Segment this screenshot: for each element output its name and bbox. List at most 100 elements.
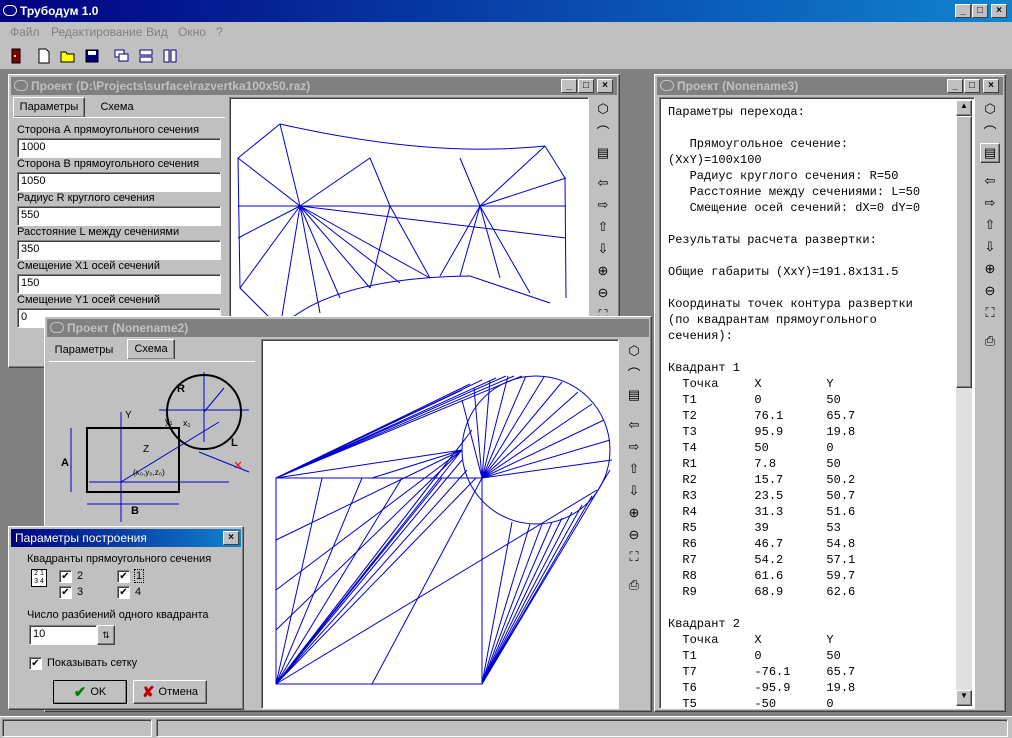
close-button[interactable]: × (991, 4, 1007, 18)
scheme-diagram: A B R L Y Z y₁ x₁ (x₀,y₀,z₀) (61, 372, 250, 522)
project-window-3-title: Проект (Nonename3) (677, 79, 799, 93)
surface-view-icon[interactable]: ⌒ (624, 363, 644, 383)
field-offset-x1[interactable]: 150 (17, 274, 221, 294)
checkbox-quadrant-4[interactable]: ✔ (117, 586, 130, 599)
zoom-fit-icon[interactable]: ⛶ (980, 303, 1000, 323)
print-icon[interactable]: ⎙ (624, 575, 644, 595)
quadrant-layout-icon: 2 13 4 (31, 569, 47, 587)
pan-left-icon[interactable]: ⇦ (624, 415, 644, 435)
project-window-2-title: Проект (Nonename2) (67, 321, 189, 335)
cascade-windows-icon[interactable] (112, 46, 132, 66)
3d-drawing-canvas (261, 339, 619, 709)
menu-window[interactable]: Окно (178, 25, 206, 39)
text-report-icon[interactable]: ▤ (624, 385, 644, 405)
3d-view-icon[interactable]: ⬡ (624, 341, 644, 361)
field-radius-r[interactable]: 550 (17, 206, 221, 226)
surface-view-icon[interactable]: ⌒ (593, 121, 613, 141)
main-toolbar (0, 42, 1012, 70)
scroll-up-button[interactable]: ▲ (956, 100, 972, 116)
field-distance-l[interactable]: 350 (17, 240, 221, 260)
exit-icon[interactable] (6, 46, 26, 66)
field-side-b[interactable]: 1050 (17, 172, 221, 192)
pan-left-icon[interactable]: ⇦ (980, 171, 1000, 191)
tab-parameters[interactable]: Параметры (13, 97, 85, 117)
scroll-thumb[interactable] (956, 116, 972, 388)
tab-scheme[interactable]: Схема (89, 98, 145, 118)
3d-view-icon[interactable]: ⬡ (593, 99, 613, 119)
checkbox-show-grid[interactable]: ✔ (29, 657, 42, 670)
zoom-out-icon[interactable]: ⊖ (624, 525, 644, 545)
minimize-button[interactable]: _ (561, 79, 577, 93)
field-label-r: Радиус R круглого сечения (17, 192, 155, 204)
zoom-in-icon[interactable]: ⊕ (980, 259, 1000, 279)
window-icon (50, 322, 64, 333)
pan-right-icon[interactable]: ⇨ (980, 193, 1000, 213)
open-folder-icon[interactable] (58, 46, 78, 66)
cancel-button[interactable]: ✘ Отмена (133, 680, 207, 704)
field-side-a[interactable]: 1000 (17, 138, 221, 158)
menu-file[interactable]: Файл (10, 25, 40, 39)
pan-down-icon[interactable]: ⇩ (593, 239, 613, 259)
label-quadrant-2: 2 (77, 570, 84, 582)
text-report-icon[interactable]: ▤ (980, 143, 1000, 163)
checkbox-quadrant-3[interactable]: ✔ (59, 586, 72, 599)
checkbox-quadrant-2[interactable]: ✔ (59, 570, 72, 583)
dialog-close-button[interactable]: × (223, 531, 239, 545)
new-file-icon[interactable] (34, 46, 54, 66)
tab-scheme[interactable]: Схема (127, 339, 175, 359)
checkmark-icon: ✔ (73, 684, 87, 701)
surface-view-icon[interactable]: ⌒ (980, 121, 1000, 141)
zoom-in-icon[interactable]: ⊕ (593, 261, 613, 281)
tile-horizontal-icon[interactable] (136, 46, 156, 66)
quadrants-label: Квадранты прямоугольного сечения (27, 553, 212, 565)
pan-up-icon[interactable]: ⇧ (624, 459, 644, 479)
maximize-button[interactable]: □ (964, 79, 980, 93)
ok-button[interactable]: ✔ OK (53, 680, 127, 704)
side-toolbar-3: ⬡ ⌒ ▤ ⇦ ⇨ ⇧ ⇩ ⊕ ⊖ ⛶ ⎙ (977, 97, 1003, 397)
vertical-scrollbar[interactable]: ▲ ▼ (956, 100, 972, 706)
pan-right-icon[interactable]: ⇨ (624, 437, 644, 457)
pan-down-icon[interactable]: ⇩ (980, 237, 1000, 257)
close-button[interactable]: × (597, 79, 613, 93)
project-window-2-titlebar: Проект (Nonename2) (47, 319, 649, 337)
diagram-label-y1: y₁ (165, 416, 173, 426)
maximize-button[interactable]: □ (578, 79, 594, 93)
print-icon[interactable]: ⎙ (980, 331, 1000, 351)
minimize-button[interactable]: _ (947, 79, 963, 93)
diagram-label-x1: x₁ (183, 418, 191, 428)
app-icon (3, 5, 17, 16)
pan-right-icon[interactable]: ⇨ (593, 195, 613, 215)
project-window-1-titlebar: Проект (D:\Projects\surface\razvertka100… (11, 77, 617, 95)
ok-button-label: OK (90, 686, 107, 698)
pan-up-icon[interactable]: ⇧ (593, 217, 613, 237)
dialog-title: Параметры построения (15, 531, 147, 545)
zoom-out-icon[interactable]: ⊖ (593, 283, 613, 303)
3d-view-icon[interactable]: ⬡ (980, 99, 1000, 119)
field-label-b: Сторона В прямоугольного сечения (17, 158, 200, 170)
diagram-label-z: Z (143, 444, 149, 455)
report-text: Параметры перехода: Прямоугольное сечени… (668, 105, 921, 709)
zoom-in-icon[interactable]: ⊕ (624, 503, 644, 523)
minimize-button[interactable]: _ (955, 4, 971, 18)
maximize-button[interactable]: □ (972, 4, 988, 18)
save-icon[interactable] (82, 46, 102, 66)
zoom-out-icon[interactable]: ⊖ (980, 281, 1000, 301)
zoom-fit-icon[interactable]: ⛶ (624, 547, 644, 567)
checkbox-quadrant-1[interactable]: ✔ (117, 570, 130, 583)
pan-up-icon[interactable]: ⇧ (980, 215, 1000, 235)
tile-vertical-icon[interactable] (160, 46, 180, 66)
pan-down-icon[interactable]: ⇩ (624, 481, 644, 501)
window-icon (660, 80, 674, 91)
text-report-icon[interactable]: ▤ (593, 143, 613, 163)
pan-left-icon[interactable]: ⇦ (593, 173, 613, 193)
close-button[interactable]: × (983, 79, 999, 93)
cancel-button-label: Отмена (158, 686, 199, 698)
divisions-spinner[interactable]: ⇅ (97, 625, 115, 645)
menu-view[interactable]: Вид (146, 25, 168, 39)
tab-parameters[interactable]: Параметры (49, 341, 119, 361)
report-text-area[interactable]: Параметры перехода: Прямоугольное сечени… (659, 97, 975, 709)
menu-help[interactable]: ? (216, 25, 223, 39)
divisions-input[interactable]: 10 (29, 625, 97, 645)
menu-edit[interactable]: Редактирование (51, 25, 142, 39)
scroll-down-button[interactable]: ▼ (956, 690, 972, 706)
